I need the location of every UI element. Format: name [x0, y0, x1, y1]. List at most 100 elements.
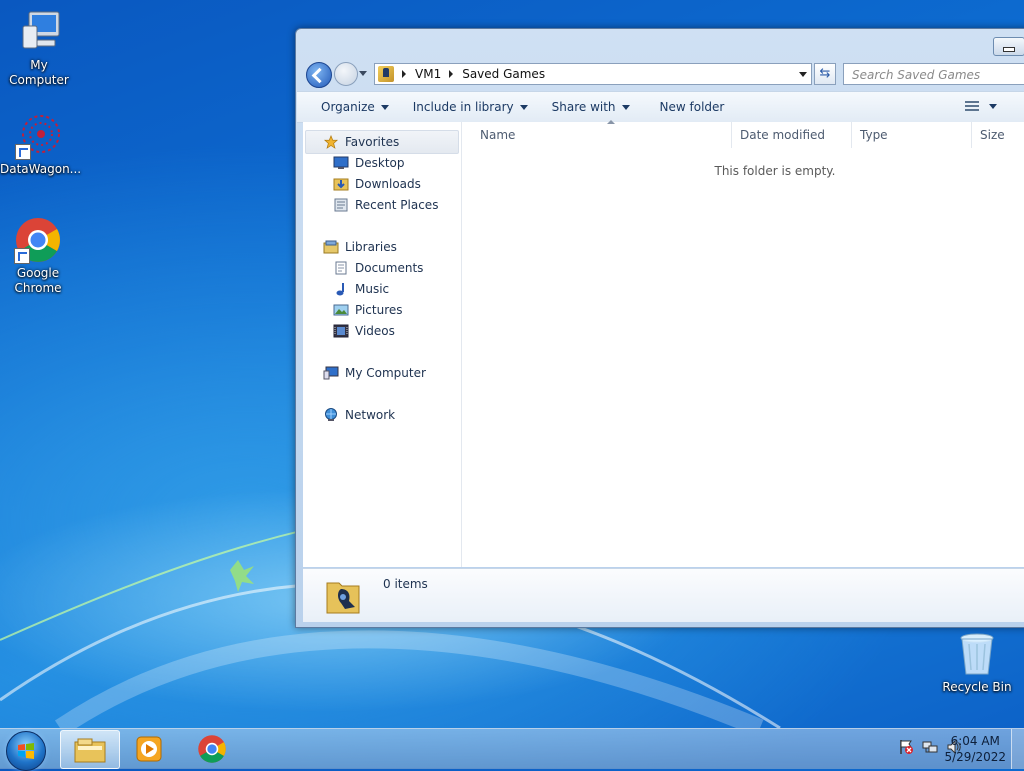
column-label: Size — [980, 128, 1005, 142]
sort-ascending-icon — [607, 120, 615, 124]
refresh-button[interactable]: ⇆ — [814, 63, 836, 85]
nav-label: Favorites — [345, 135, 400, 149]
recent-places-icon — [334, 198, 348, 212]
breadcrumb-separator-icon[interactable] — [402, 70, 406, 78]
downloads-folder-icon — [333, 178, 349, 191]
chevron-down-icon — [621, 104, 630, 110]
nav-label: Downloads — [355, 177, 421, 191]
nav-my-computer[interactable]: My Computer — [323, 366, 426, 380]
title-buttons — [993, 37, 1024, 56]
pictures-icon — [333, 304, 349, 316]
clock-time: 6:04 AM — [950, 734, 1000, 748]
include-label: Include in library — [412, 100, 514, 114]
desktop-icon-recycle-bin[interactable]: Recycle Bin — [938, 630, 1016, 695]
nav-libraries[interactable]: Libraries — [323, 240, 397, 254]
breadcrumb-saved-games[interactable]: Saved Games — [462, 67, 545, 81]
windows-logo-icon — [18, 743, 34, 759]
start-button[interactable] — [6, 731, 46, 771]
chevron-down-icon — [519, 104, 528, 110]
minimize-icon — [1003, 47, 1015, 52]
star-icon — [323, 135, 339, 149]
nav-recent-places[interactable]: Recent Places — [333, 198, 438, 212]
documents-icon — [335, 261, 347, 275]
include-in-library-button[interactable]: Include in library — [413, 100, 528, 114]
nav-label: My Computer — [345, 366, 426, 380]
nav-label: Desktop — [355, 156, 405, 170]
clock-date: 5/29/2022 — [944, 750, 1006, 764]
nav-music[interactable]: Music — [333, 282, 389, 296]
forward-button[interactable] — [334, 62, 358, 86]
explorer-folder-icon — [74, 738, 106, 763]
view-details-icon — [965, 101, 979, 111]
desktop-icon-my-computer[interactable]: My Computer — [0, 8, 78, 88]
column-header-type[interactable]: Type — [852, 122, 972, 148]
computer-icon — [323, 366, 339, 380]
shortcut-arrow-icon — [15, 144, 31, 160]
nav-label: Recent Places — [355, 198, 439, 212]
column-header-size[interactable]: Size — [972, 122, 1024, 148]
search-input[interactable] — [850, 67, 1024, 83]
computer-icon — [15, 8, 63, 56]
action-center-flag-icon[interactable] — [898, 739, 914, 755]
nav-label: Music — [355, 282, 390, 296]
file-list: Name Date modified Type Size This folder… — [462, 120, 1024, 567]
desktop-icon-label: My Computer — [9, 58, 69, 87]
nav-network[interactable]: Network — [323, 408, 395, 422]
libraries-icon — [323, 240, 339, 254]
address-dropdown-icon[interactable] — [799, 72, 807, 77]
share-label: Share with — [551, 100, 616, 114]
desktop-icon — [333, 156, 349, 169]
breadcrumb-separator-icon[interactable] — [449, 70, 454, 78]
nav-downloads[interactable]: Downloads — [333, 177, 421, 191]
share-with-button[interactable]: Share with — [552, 100, 630, 114]
details-pane: 0 items — [303, 568, 1024, 622]
desktop-icon-label: Google Chrome — [14, 266, 62, 295]
clock[interactable]: 6:04 AM 5/29/2022 — [944, 733, 1006, 765]
shortcut-arrow-icon — [14, 248, 30, 264]
minimize-button[interactable] — [993, 37, 1024, 56]
column-label: Name — [480, 128, 516, 142]
desktop-icon-label: DataWagon... — [0, 162, 82, 176]
taskbar-media-player[interactable] — [120, 730, 178, 767]
window-content: Favorites Desktop Downloads Recent Place… — [303, 120, 1024, 567]
nav-favorites[interactable]: Favorites — [323, 135, 399, 149]
datawagon-icon — [15, 112, 63, 160]
nav-desktop[interactable]: Desktop — [333, 156, 405, 170]
taskbar-explorer[interactable] — [60, 730, 120, 769]
nav-videos[interactable]: Videos — [333, 324, 395, 338]
taskbar-chrome[interactable] — [182, 730, 240, 767]
search-box[interactable] — [843, 63, 1024, 85]
nav-label: Documents — [355, 261, 424, 275]
column-label: Date modified — [740, 128, 826, 142]
new-folder-button[interactable]: New folder — [660, 100, 725, 114]
column-header-name[interactable]: Name — [472, 120, 732, 148]
recent-pages-dropdown[interactable] — [359, 71, 367, 76]
chevron-down-icon — [989, 103, 997, 109]
back-button[interactable] — [306, 62, 332, 88]
nav-pictures[interactable]: Pictures — [333, 303, 403, 317]
nav-label: Libraries — [345, 240, 397, 254]
desktop-icon-datawagon[interactable]: DataWagon... — [0, 112, 82, 177]
taskbar: 6:04 AM 5/29/2022 — [0, 728, 1024, 771]
breadcrumb-vm1[interactable]: VM1 — [415, 67, 441, 81]
media-player-icon — [136, 736, 162, 762]
chrome-icon — [14, 216, 62, 264]
network-icon[interactable] — [922, 739, 938, 755]
chevron-down-icon — [380, 104, 389, 110]
nav-documents[interactable]: Documents — [333, 261, 423, 275]
navigation-bar: VM1 Saved Games ⇆ — [304, 60, 1024, 88]
user-folder-icon — [378, 66, 394, 82]
nav-label: Videos — [355, 324, 395, 338]
navigation-pane: Favorites Desktop Downloads Recent Place… — [303, 122, 462, 567]
change-view-button[interactable] — [965, 101, 997, 111]
empty-folder-message: This folder is empty. — [714, 164, 836, 178]
address-bar[interactable]: VM1 Saved Games — [374, 63, 812, 85]
explorer-window: VM1 Saved Games ⇆ Organize Include in li… — [295, 28, 1024, 628]
show-desktop-button[interactable] — [1011, 729, 1024, 769]
organize-button[interactable]: Organize — [321, 100, 389, 114]
command-bar: Organize Include in library Share with N… — [297, 91, 1024, 123]
desktop-icon-google-chrome[interactable]: Google Chrome — [0, 216, 76, 296]
saved-games-folder-icon — [326, 582, 360, 614]
column-header-date-modified[interactable]: Date modified — [732, 122, 852, 148]
organize-label: Organize — [321, 100, 375, 114]
